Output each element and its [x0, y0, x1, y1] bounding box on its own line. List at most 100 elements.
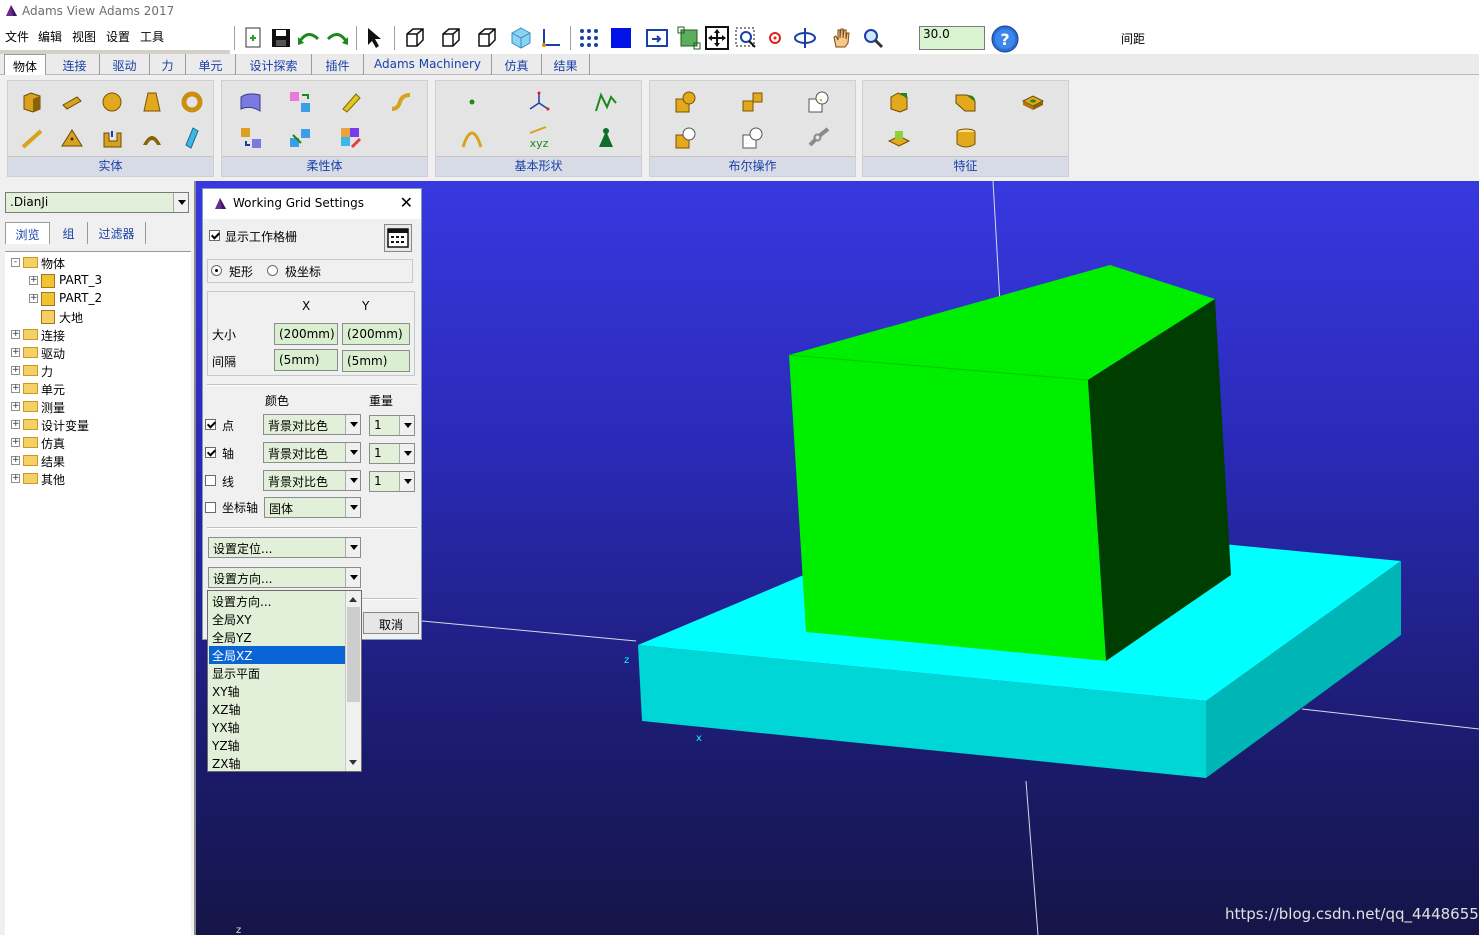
expand-toggle-icon[interactable]: +	[11, 384, 20, 393]
tab-browse[interactable]: 浏览	[5, 222, 50, 244]
size-y-field[interactable]: (200mm)	[342, 323, 410, 345]
plate-icon[interactable]	[59, 125, 85, 151]
menu-view[interactable]: 视图	[72, 28, 96, 45]
revolution-icon[interactable]	[139, 125, 165, 151]
zoom-button[interactable]	[860, 25, 888, 51]
flex-beam-icon[interactable]	[338, 89, 364, 115]
tab-connectors[interactable]: 连接	[50, 54, 100, 75]
zoom-fit-button[interactable]	[704, 25, 732, 51]
expand-toggle-icon[interactable]: +	[29, 276, 38, 285]
chevron-down-icon[interactable]	[345, 443, 360, 462]
orientation-option[interactable]: 设置方向...	[209, 592, 345, 610]
orientation-option[interactable]: 全局YZ	[209, 628, 345, 646]
orientation-option[interactable]: 全局XY	[209, 610, 345, 628]
chevron-down-icon[interactable]	[345, 538, 360, 557]
undo-button[interactable]	[296, 25, 324, 51]
expand-toggle-icon[interactable]: +	[11, 438, 20, 447]
size-x-field[interactable]: (200mm)	[274, 323, 338, 345]
plane-icon[interactable]	[179, 125, 205, 151]
rotate-view-button[interactable]	[792, 25, 820, 51]
flex-convert-icon[interactable]	[287, 89, 313, 115]
expand-toggle-icon[interactable]: -	[11, 258, 20, 267]
chamfer-icon[interactable]	[886, 89, 912, 115]
menu-tools[interactable]: 工具	[140, 28, 164, 45]
chevron-down-icon[interactable]	[345, 415, 360, 434]
expand-toggle-icon[interactable]: +	[11, 474, 20, 483]
tab-adams-machinery[interactable]: Adams Machinery	[364, 54, 492, 75]
box-icon[interactable]	[19, 89, 45, 115]
menu-file[interactable]: 文件	[5, 28, 29, 45]
torus-icon[interactable]	[179, 89, 205, 115]
chevron-down-icon[interactable]	[399, 416, 414, 435]
grid-style-weight-select[interactable]: 1	[369, 471, 415, 492]
working-grid-button[interactable]	[576, 25, 604, 51]
expand-toggle-icon[interactable]: +	[11, 456, 20, 465]
polar-radio[interactable]	[267, 265, 278, 276]
mass-icon[interactable]	[593, 125, 619, 151]
orientation-dropdown-list[interactable]: 设置方向... 全局XY 全局YZ 全局XZ 显示平面 XY轴 XZ轴 YX轴 YZ轴 ZX轴	[207, 590, 362, 772]
tab-filters[interactable]: 过滤器	[88, 222, 146, 244]
chevron-down-icon[interactable]	[399, 472, 414, 491]
model-select[interactable]: .DianJi	[5, 192, 189, 213]
grid-style-checkbox[interactable]	[205, 447, 216, 458]
axes-style-select[interactable]: 固体	[264, 497, 361, 518]
frustum-icon[interactable]	[139, 89, 165, 115]
orientation-option[interactable]: 显示平面	[209, 664, 345, 682]
chevron-down-icon[interactable]	[345, 471, 360, 490]
boss-icon[interactable]	[886, 125, 912, 151]
grid-spacing-input[interactable]: 30.0	[919, 26, 985, 50]
tab-results[interactable]: 结果	[542, 54, 590, 75]
grid-style-weight-select[interactable]: 1	[369, 443, 415, 464]
boolean-union-icon[interactable]	[673, 89, 699, 115]
tab-bodies[interactable]: 物体	[4, 54, 46, 76]
scroll-thumb[interactable]	[347, 607, 360, 702]
expand-toggle-icon[interactable]: +	[11, 402, 20, 411]
cube-front-face[interactable]	[789, 355, 1106, 661]
boolean-intersect-icon[interactable]	[806, 89, 832, 115]
rotation-center-button[interactable]	[762, 25, 790, 51]
tab-plugins[interactable]: 插件	[312, 54, 364, 75]
orientation-option[interactable]: XZ轴	[209, 700, 345, 718]
flex-replace-icon[interactable]	[238, 125, 264, 151]
show-grid-checkbox[interactable]	[209, 230, 220, 241]
new-model-button[interactable]	[240, 25, 268, 51]
axes-checkbox[interactable]	[205, 502, 216, 513]
expand-toggle-icon[interactable]: +	[11, 348, 20, 357]
spacing-x-field[interactable]: (5mm)	[274, 349, 338, 371]
coordinate-system-button[interactable]	[538, 25, 566, 51]
flex-spline-icon[interactable]	[388, 89, 414, 115]
expand-toggle-icon[interactable]: +	[11, 330, 20, 339]
rectangular-radio[interactable]	[211, 265, 222, 276]
redo-button[interactable]	[324, 25, 352, 51]
orientation-option[interactable]: ZX轴	[209, 754, 345, 772]
scroll-down-icon[interactable]	[349, 760, 357, 765]
set-orientation-select[interactable]: 设置方向...	[208, 567, 361, 588]
chevron-down-icon[interactable]	[173, 193, 188, 212]
grid-style-checkbox[interactable]	[205, 419, 216, 430]
expand-toggle-icon[interactable]: +	[29, 294, 38, 303]
grid-style-weight-select[interactable]: 1	[369, 415, 415, 436]
view-top-button[interactable]	[438, 25, 466, 51]
chain-icon[interactable]	[806, 125, 832, 151]
hole-icon[interactable]	[1020, 89, 1046, 115]
cylinder-icon[interactable]	[59, 89, 85, 115]
orientation-option[interactable]: 全局XZ	[209, 646, 345, 664]
polyline-icon[interactable]	[593, 89, 619, 115]
pan-view-button[interactable]	[828, 25, 856, 51]
list-scrollbar[interactable]	[345, 591, 361, 771]
view-window-button[interactable]	[644, 25, 672, 51]
scroll-up-icon[interactable]	[349, 597, 357, 602]
orientation-option[interactable]: YX轴	[209, 718, 345, 736]
fit-view-button[interactable]	[676, 25, 704, 51]
zoom-box-button[interactable]	[733, 25, 761, 51]
orientation-option[interactable]: XY轴	[209, 682, 345, 700]
grid-style-color-select[interactable]: 背景对比色	[263, 442, 361, 463]
view-iso-button[interactable]	[508, 25, 536, 51]
grid-style-checkbox[interactable]	[205, 475, 216, 486]
boolean-split-icon[interactable]	[740, 125, 766, 151]
menu-edit[interactable]: 编辑	[38, 28, 62, 45]
tab-simulation[interactable]: 仿真	[492, 54, 542, 75]
shell-icon[interactable]	[953, 125, 979, 151]
tab-elements[interactable]: 单元	[186, 54, 236, 75]
boolean-merge-icon[interactable]	[740, 89, 766, 115]
